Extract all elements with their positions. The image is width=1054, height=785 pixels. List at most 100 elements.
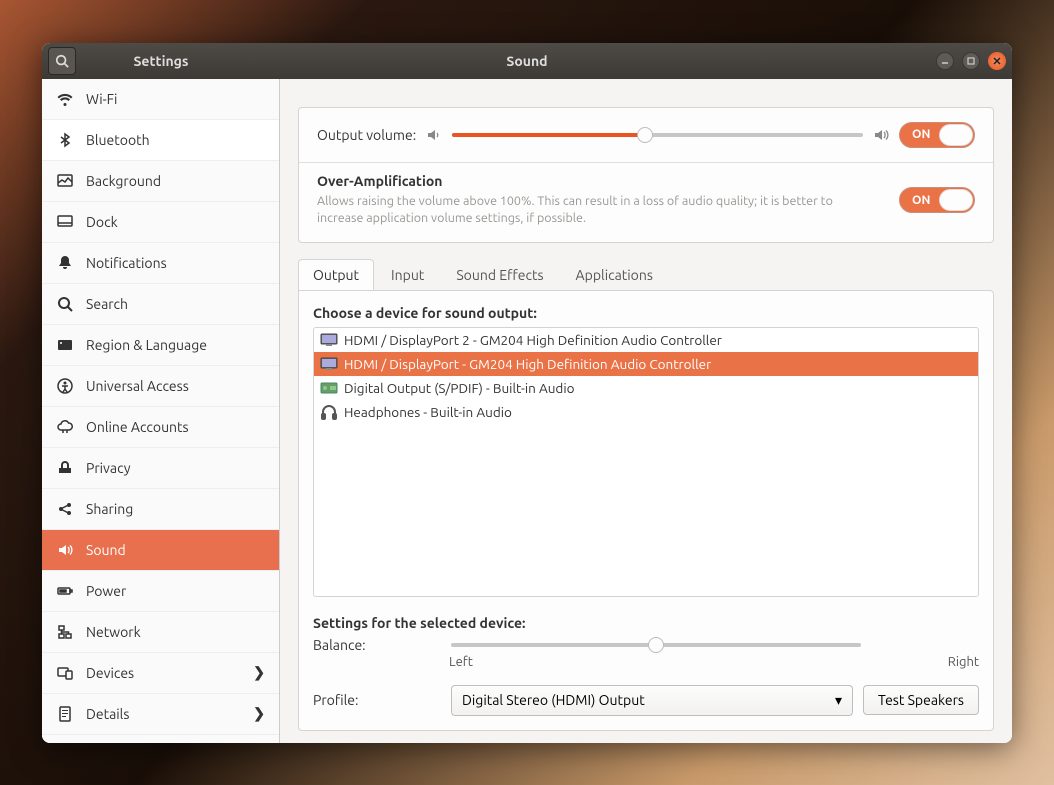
minimize-button[interactable] bbox=[936, 52, 954, 70]
tab-panel-output: Choose a device for sound output: HDMI /… bbox=[298, 290, 994, 731]
overamp-title: Over-Amplification bbox=[317, 173, 867, 189]
share-icon bbox=[56, 500, 74, 518]
sidebar-item-label: Sharing bbox=[86, 501, 133, 517]
cloud-icon bbox=[56, 418, 74, 436]
sidebar-item-label: Dock bbox=[86, 214, 118, 230]
sidebar-item-label: Privacy bbox=[86, 460, 130, 476]
monitor-icon bbox=[320, 356, 338, 372]
choose-device-label: Choose a device for sound output: bbox=[313, 305, 979, 321]
sidebar-item-bluetooth[interactable]: Bluetooth bbox=[42, 120, 279, 161]
balance-slider[interactable] bbox=[451, 643, 861, 647]
tabs: OutputInputSound EffectsApplications bbox=[298, 259, 994, 291]
profile-select[interactable]: Digital Stereo (HDMI) Output ▾ bbox=[451, 685, 853, 716]
device-label: Headphones - Built-in Audio bbox=[344, 404, 512, 420]
output-volume-slider[interactable] bbox=[452, 133, 863, 137]
dropdown-icon: ▾ bbox=[835, 692, 842, 709]
sidebar-item-background[interactable]: Background bbox=[42, 161, 279, 202]
background-icon bbox=[56, 172, 74, 190]
mute-switch[interactable]: ON bbox=[899, 122, 975, 148]
sidebar-item-label: Power bbox=[86, 583, 126, 599]
card-icon bbox=[320, 380, 338, 396]
slider-thumb[interactable] bbox=[637, 127, 653, 143]
overamp-description: Allows raising the volume above 100%. Th… bbox=[317, 193, 867, 228]
titlebar[interactable]: Settings Sound bbox=[42, 43, 1012, 79]
sidebar-item-label: Notifications bbox=[86, 255, 167, 271]
tab-sound-effects[interactable]: Sound Effects bbox=[441, 259, 558, 291]
sidebar-item-universal-access[interactable]: Universal Access bbox=[42, 366, 279, 407]
sidebar-item-label: Wi-Fi bbox=[86, 91, 117, 107]
network-icon bbox=[56, 623, 74, 641]
profile-label: Profile: bbox=[313, 692, 441, 708]
settings-title: Settings bbox=[76, 53, 246, 69]
sidebar-item-privacy[interactable]: Privacy bbox=[42, 448, 279, 489]
sidebar-item-label: Background bbox=[86, 173, 161, 189]
balance-thumb[interactable] bbox=[648, 637, 664, 653]
privacy-icon bbox=[56, 459, 74, 477]
sidebar-item-label: Bluetooth bbox=[86, 132, 150, 148]
devices-icon bbox=[56, 664, 74, 682]
switch-knob bbox=[939, 124, 973, 146]
sidebar-item-notifications[interactable]: Notifications bbox=[42, 243, 279, 284]
speaker-high-icon bbox=[873, 127, 889, 143]
main-panel: Output volume: ON Over-Amplificat bbox=[280, 79, 1012, 743]
device-label: HDMI / DisplayPort 2 - GM204 High Defini… bbox=[344, 332, 722, 348]
overamp-switch-label: ON bbox=[912, 194, 930, 207]
maximize-button[interactable] bbox=[962, 52, 980, 70]
sidebar-item-sound[interactable]: Sound bbox=[42, 530, 279, 571]
sidebar-item-region-language[interactable]: Region & Language bbox=[42, 325, 279, 366]
sidebar-item-label: Region & Language bbox=[86, 337, 207, 353]
output-volume-label: Output volume: bbox=[317, 127, 416, 143]
device-item[interactable]: Digital Output (S/PDIF) - Built-in Audio bbox=[314, 376, 978, 400]
region-icon bbox=[56, 336, 74, 354]
sidebar-item-devices[interactable]: Devices ❯ bbox=[42, 653, 279, 694]
tab-applications[interactable]: Applications bbox=[561, 259, 668, 291]
sidebar: Wi-Fi Bluetooth Background Dock Notification… bbox=[42, 79, 280, 743]
details-icon bbox=[56, 705, 74, 723]
window-title: Sound bbox=[506, 53, 547, 69]
volume-card: Output volume: ON Over-Amplificat bbox=[298, 107, 994, 243]
device-label: Digital Output (S/PDIF) - Built-in Audio bbox=[344, 380, 575, 396]
test-speakers-button[interactable]: Test Speakers bbox=[863, 685, 979, 715]
settings-window: Settings Sound Wi-Fi Bluetooth Background D… bbox=[42, 43, 1012, 743]
overamp-switch[interactable]: ON bbox=[899, 187, 975, 213]
tab-output[interactable]: Output bbox=[298, 259, 374, 291]
close-button[interactable] bbox=[988, 52, 1006, 70]
speaker-low-icon bbox=[426, 127, 442, 143]
sidebar-item-search[interactable]: Search bbox=[42, 284, 279, 325]
chevron-right-icon: ❯ bbox=[253, 664, 265, 681]
search-icon bbox=[56, 295, 74, 313]
search-icon bbox=[55, 54, 69, 68]
headphones-icon bbox=[320, 404, 338, 420]
bluetooth-icon bbox=[56, 131, 74, 149]
tab-input[interactable]: Input bbox=[376, 259, 439, 291]
device-item[interactable]: HDMI / DisplayPort 2 - GM204 High Defini… bbox=[314, 328, 978, 352]
sidebar-item-label: Online Accounts bbox=[86, 419, 189, 435]
sidebar-item-dock[interactable]: Dock bbox=[42, 202, 279, 243]
sidebar-item-details[interactable]: Details ❯ bbox=[42, 694, 279, 735]
sidebar-item-label: Search bbox=[86, 296, 128, 312]
selected-device-settings-label: Settings for the selected device: bbox=[313, 615, 979, 631]
device-item[interactable]: HDMI / DisplayPort - GM204 High Definiti… bbox=[314, 352, 978, 376]
wifi-icon bbox=[56, 90, 74, 108]
device-label: HDMI / DisplayPort - GM204 High Definiti… bbox=[344, 356, 711, 372]
balance-label: Balance: bbox=[313, 637, 441, 653]
sound-icon bbox=[56, 541, 74, 559]
sidebar-item-power[interactable]: Power bbox=[42, 571, 279, 612]
device-list[interactable]: HDMI / DisplayPort 2 - GM204 High Defini… bbox=[313, 327, 979, 597]
sidebar-item-network[interactable]: Network bbox=[42, 612, 279, 653]
sidebar-item-label: Devices bbox=[86, 665, 134, 681]
power-icon bbox=[56, 582, 74, 600]
sidebar-item-online-accounts[interactable]: Online Accounts bbox=[42, 407, 279, 448]
switch-knob bbox=[939, 189, 973, 211]
sidebar-item-sharing[interactable]: Sharing bbox=[42, 489, 279, 530]
sidebar-item-wi-fi[interactable]: Wi-Fi bbox=[42, 79, 279, 120]
sidebar-item-label: Details bbox=[86, 706, 129, 722]
sidebar-item-label: Network bbox=[86, 624, 141, 640]
monitor-icon bbox=[320, 332, 338, 348]
sidebar-item-label: Universal Access bbox=[86, 378, 189, 394]
header-search-button[interactable] bbox=[48, 47, 76, 75]
device-item[interactable]: Headphones - Built-in Audio bbox=[314, 400, 978, 424]
access-icon bbox=[56, 377, 74, 395]
chevron-right-icon: ❯ bbox=[253, 705, 265, 722]
dock-icon bbox=[56, 213, 74, 231]
